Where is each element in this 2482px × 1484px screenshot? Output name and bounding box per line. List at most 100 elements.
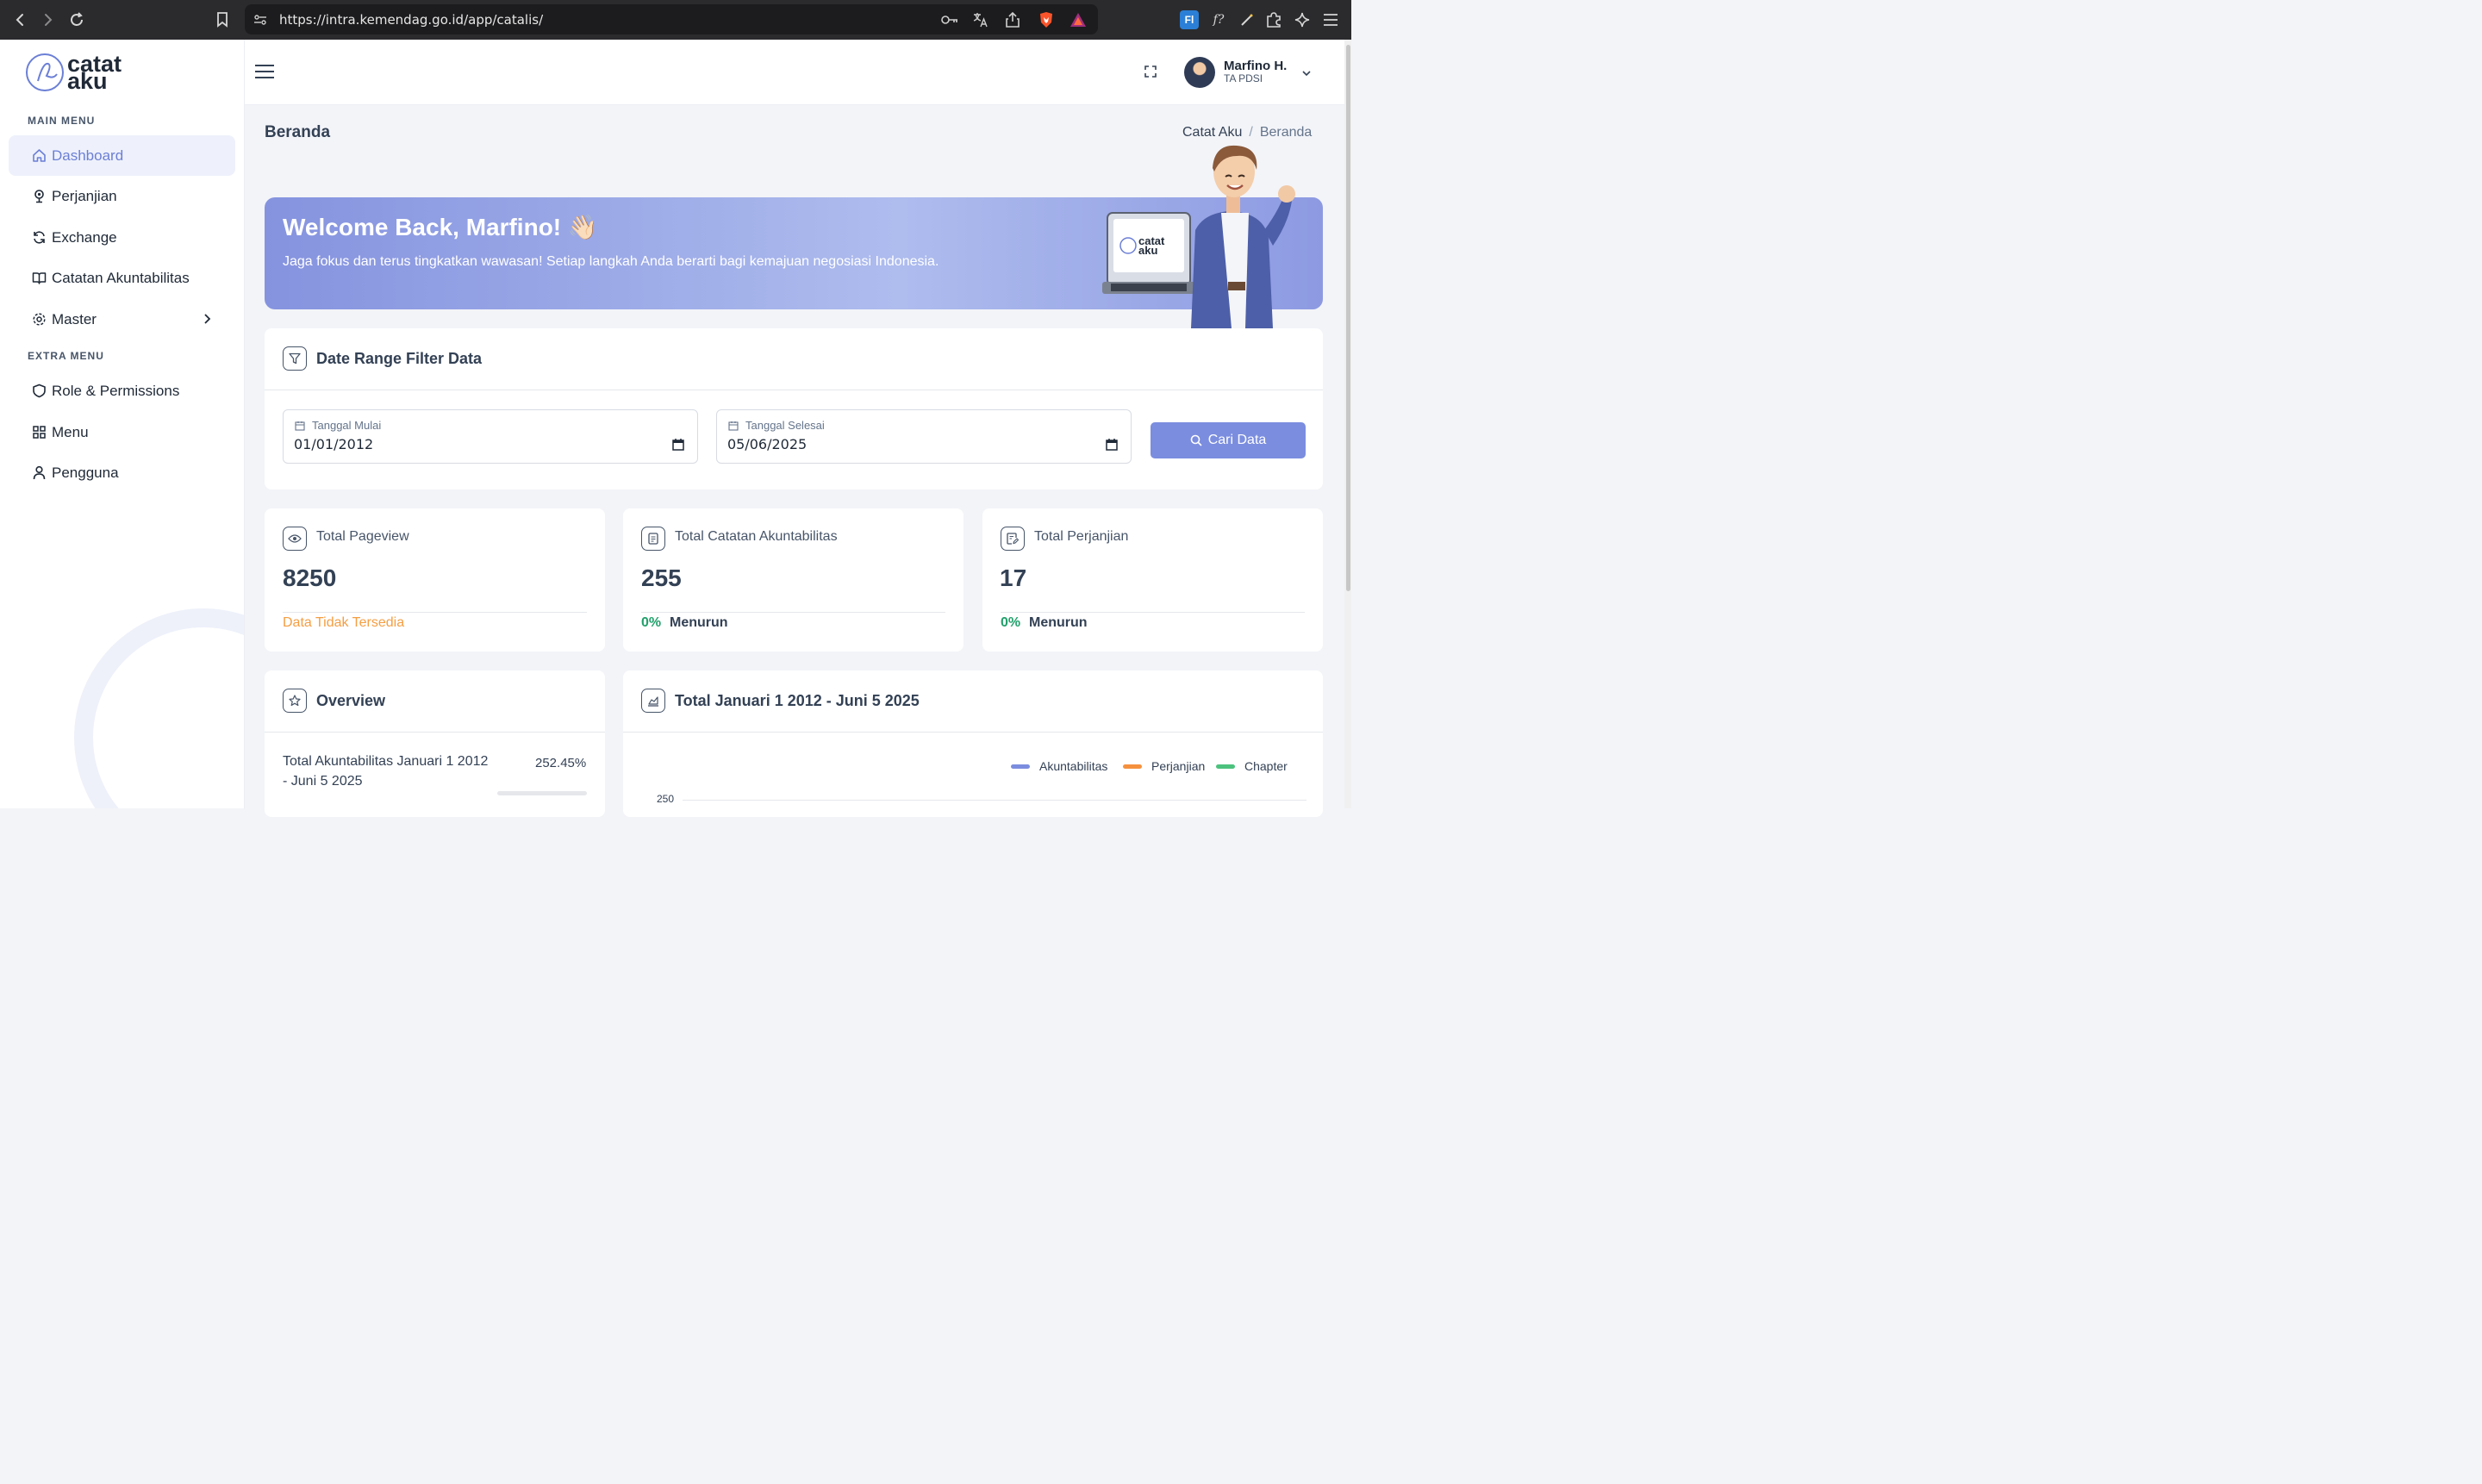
breadcrumb-current: Beranda — [1259, 125, 1313, 140]
start-date-field[interactable]: Tanggal Mulai 01/01/2012 — [283, 409, 698, 464]
calendar-small-icon — [728, 420, 739, 431]
legend-item-akuntabilitas[interactable]: Akuntabilitas — [1011, 759, 1107, 773]
overview-title: Overview — [316, 692, 386, 709]
translate-icon[interactable] — [972, 11, 989, 28]
key-icon[interactable] — [941, 11, 958, 28]
share-icon[interactable] — [1004, 11, 1021, 28]
breadcrumb: Catat Aku / Beranda — [1182, 125, 1312, 140]
legend-swatch — [1011, 764, 1030, 769]
refresh-icon — [31, 230, 47, 246]
calendar-picker-icon[interactable] — [671, 438, 685, 452]
sidebar-item-master[interactable]: Master — [9, 299, 235, 340]
stat-card-perjanjian: Total Perjanjian 17 0% Menurun — [982, 508, 1323, 652]
laptop-logo-line-2: aku — [1138, 244, 1157, 257]
page-title: Beranda — [265, 123, 331, 141]
sidebar-item-label: Catatan Akuntabilitas — [52, 269, 190, 286]
extension-fl-icon[interactable]: Fl — [1180, 10, 1199, 29]
mascot-illustration: catat aku — [1101, 144, 1307, 328]
sidebar-item-menu[interactable]: Menu — [9, 412, 235, 452]
sidebar: catat aku MAIN MENU Dashboard Perjanjian… — [0, 40, 245, 808]
y-tick-label: 250 — [657, 793, 675, 805]
search-button-label: Cari Data — [1207, 433, 1267, 447]
chart-grid-line — [683, 800, 1306, 801]
app-logo[interactable]: catat aku — [26, 53, 122, 93]
sidebar-item-role-permissions[interactable]: Role & Permissions — [9, 371, 235, 411]
home-icon — [31, 148, 47, 164]
chart-card-title: Total Januari 1 2012 - Juni 5 2025 — [675, 692, 920, 709]
legend-item-perjanjian[interactable]: Perjanjian — [1123, 759, 1205, 773]
stat-value: 255 — [641, 564, 682, 591]
chevron-down-icon[interactable] — [1301, 67, 1312, 78]
total-chart-card: Total Januari 1 2012 - Juni 5 2025 — [623, 670, 1323, 817]
sidebar-item-exchange[interactable]: Exchange — [9, 217, 235, 258]
end-date-label: Tanggal Selesai — [745, 419, 825, 432]
stat-note: Data Tidak Tersedia — [283, 615, 405, 630]
star-icon — [283, 689, 307, 713]
calendar-small-icon — [295, 420, 305, 431]
stat-percentage: 0% — [1001, 615, 1021, 630]
chevron-right-icon — [201, 312, 213, 324]
forward-icon[interactable] — [37, 9, 59, 31]
url-text[interactable]: https://intra.kemendag.go.id/app/catalis… — [279, 12, 543, 28]
stat-label: Total Pageview — [316, 529, 409, 544]
fullscreen-icon[interactable] — [1144, 65, 1158, 79]
legend-swatch — [1216, 764, 1235, 769]
logo-mark-icon — [26, 53, 64, 91]
overview-progress-bar — [497, 791, 587, 795]
end-date-value[interactable]: 05/06/2025 — [727, 436, 807, 452]
breadcrumb-home-link[interactable]: Catat Aku — [1182, 125, 1242, 140]
extension-wand-icon[interactable] — [1238, 10, 1257, 29]
hamburger-menu-icon[interactable] — [255, 64, 274, 79]
card-divider — [283, 612, 587, 613]
rewards-icon[interactable] — [1070, 11, 1087, 28]
search-data-button[interactable]: Cari Data — [1151, 422, 1306, 458]
sidebar-item-label: Pengguna — [52, 464, 119, 481]
sidebar-item-catatan-akuntabilitas[interactable]: Catatan Akuntabilitas — [9, 258, 235, 298]
stat-label: Total Perjanjian — [1034, 529, 1129, 544]
page-scrollbar-thumb[interactable] — [1346, 45, 1350, 591]
sparkle-icon[interactable] — [1293, 10, 1312, 29]
legend-label: Perjanjian — [1151, 759, 1206, 773]
breadcrumb-separator: / — [1249, 125, 1253, 140]
browser-menu-icon[interactable] — [1321, 10, 1340, 29]
extra-menu-heading: EXTRA MENU — [28, 350, 104, 362]
card-divider — [265, 732, 605, 733]
user-name[interactable]: Marfino H. — [1224, 59, 1287, 73]
card-divider — [641, 612, 945, 613]
legend-label: Akuntabilitas — [1039, 759, 1108, 773]
sidebar-item-label: Menu — [52, 423, 89, 440]
site-settings-icon[interactable] — [252, 11, 269, 28]
sidebar-item-dashboard[interactable]: Dashboard — [9, 135, 235, 176]
grid-icon — [31, 425, 47, 440]
sidebar-item-pengguna[interactable]: Pengguna — [9, 452, 235, 493]
stat-percentage: 0% — [641, 615, 662, 630]
sidebar-item-label: Exchange — [52, 228, 117, 246]
end-date-field[interactable]: Tanggal Selesai 05/06/2025 — [716, 409, 1132, 464]
overview-item-label: Total Akuntabilitas Januari 1 2012 - Jun… — [283, 754, 489, 789]
puzzle-icon[interactable] — [1264, 10, 1283, 29]
logo-watermark — [74, 608, 244, 808]
brave-shield-icon[interactable] — [1038, 11, 1055, 28]
stat-value: 8250 — [283, 564, 337, 591]
main-menu-heading: MAIN MENU — [28, 115, 96, 127]
legend-item-chapter[interactable]: Chapter — [1216, 759, 1288, 773]
extension-function-icon[interactable]: f? — [1209, 10, 1228, 29]
calendar-picker-icon[interactable] — [1105, 438, 1119, 452]
stat-trend: Menurun — [1029, 615, 1088, 630]
address-bar[interactable]: https://intra.kemendag.go.id/app/catalis… — [245, 4, 1098, 34]
filter-card-title: Date Range Filter Data — [316, 350, 483, 367]
back-icon[interactable] — [9, 9, 31, 31]
sidebar-item-label: Dashboard — [52, 147, 124, 164]
edit-document-icon — [1001, 527, 1025, 551]
area-chart-icon — [641, 689, 665, 713]
sidebar-item-perjanjian[interactable]: Perjanjian — [9, 176, 235, 216]
book-icon — [31, 271, 47, 286]
start-date-value[interactable]: 01/01/2012 — [294, 436, 373, 452]
legend-swatch — [1123, 764, 1142, 769]
sidebar-item-label: Master — [52, 310, 97, 327]
reload-icon[interactable] — [65, 9, 88, 31]
bookmark-icon[interactable] — [211, 9, 234, 31]
stat-card-pageview: Total Pageview 8250 Data Tidak Tersedia — [265, 508, 605, 652]
avatar[interactable] — [1184, 57, 1215, 88]
card-divider — [623, 732, 1323, 733]
